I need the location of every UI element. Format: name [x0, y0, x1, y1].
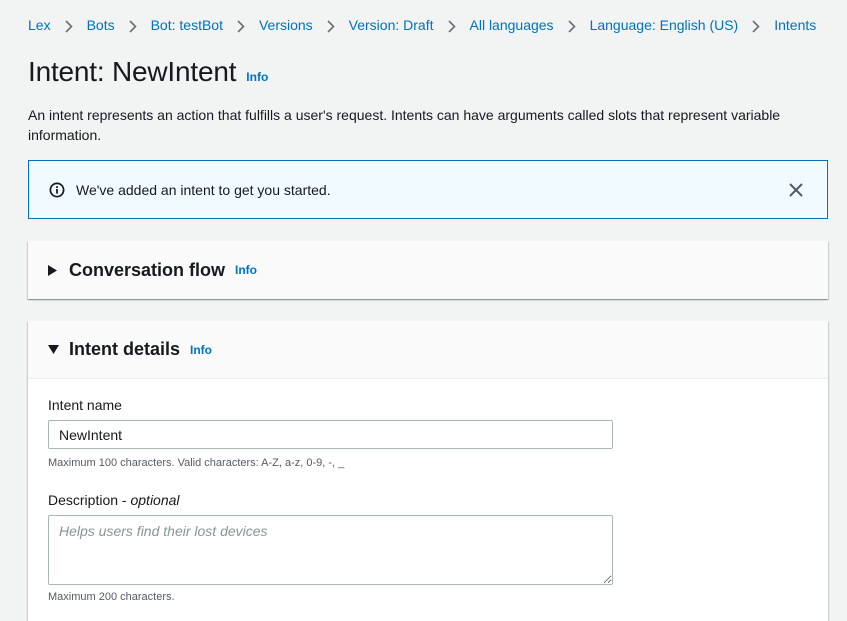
conversation-flow-info-link[interactable]: Info: [235, 263, 257, 277]
caret-right-icon: [48, 264, 60, 276]
breadcrumb-language[interactable]: Language: English (US): [590, 17, 739, 33]
breadcrumb-bots[interactable]: Bots: [87, 17, 115, 33]
info-icon: [49, 182, 65, 198]
flash-message: We've added an intent to get you started…: [76, 181, 331, 198]
breadcrumb-versions[interactable]: Versions: [259, 17, 313, 33]
breadcrumb: Lex Bots Bot: testBot Versions Version: …: [28, 15, 816, 35]
conversation-flow-panel: Conversation flow Info: [28, 241, 828, 299]
chevron-right-icon: [434, 17, 470, 33]
description-textarea[interactable]: [48, 515, 613, 585]
chevron-right-icon: [738, 17, 774, 33]
conversation-flow-title: Conversation flow: [69, 259, 226, 280]
intent-details-info-link[interactable]: Info: [190, 343, 212, 357]
chevron-right-icon: [51, 17, 87, 33]
intent-name-hint-wrap: Maximum 100 characters. Valid characters…: [48, 457, 344, 469]
chevron-right-icon: [115, 17, 151, 33]
description-input-wrap: [48, 515, 613, 590]
intent-name-input[interactable]: [48, 420, 613, 449]
intent-name-field: Intent name: [48, 397, 122, 413]
intent-details-header[interactable]: Intent details Info: [28, 321, 828, 379]
description-hint-wrap: Maximum 200 characters.: [48, 591, 175, 603]
info-flash-banner: We've added an intent to get you started…: [28, 160, 828, 219]
close-icon[interactable]: [787, 181, 805, 199]
intent-name-label: Intent name: [48, 397, 122, 413]
breadcrumb-intents[interactable]: Intents: [774, 17, 816, 33]
intent-name-input-wrap: [48, 420, 613, 449]
page-description: An intent represents an action that fulf…: [28, 107, 781, 143]
chevron-right-icon: [554, 17, 590, 33]
description-field: Description - optional: [48, 492, 180, 508]
intent-details-panel: Intent details Info Intent name Maximum …: [28, 321, 828, 621]
description-label: Description - optional: [48, 492, 180, 508]
breadcrumb-lex[interactable]: Lex: [28, 17, 51, 33]
caret-down-icon: [48, 344, 60, 356]
intent-name-hint: Maximum 100 characters. Valid characters…: [48, 457, 345, 469]
breadcrumb-version[interactable]: Version: Draft: [349, 17, 434, 33]
intent-details-title: Intent details: [69, 339, 181, 359]
description-label-suffix: optional: [130, 492, 180, 508]
page-header: Intent: NewIntent Info: [28, 56, 268, 88]
page-info-link[interactable]: Info: [246, 70, 268, 84]
chevron-right-icon: [223, 17, 259, 33]
breadcrumb-bot[interactable]: Bot: testBot: [151, 17, 223, 33]
description-label-text: Description: [48, 492, 119, 508]
description-hint: Maximum 200 characters.: [48, 591, 175, 603]
chevron-right-icon: [313, 17, 349, 33]
breadcrumb-all-languages[interactable]: All languages: [470, 17, 554, 33]
conversation-flow-header[interactable]: Conversation flow Info: [28, 241, 828, 299]
page-title: Intent: NewIntent: [28, 56, 237, 87]
